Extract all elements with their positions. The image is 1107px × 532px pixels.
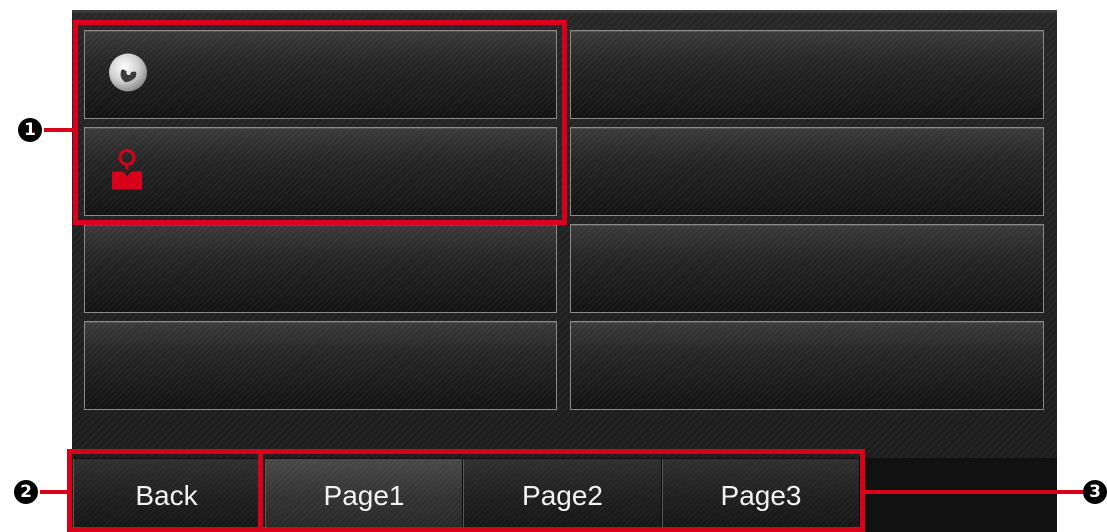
callout-2-leader: [40, 490, 70, 494]
favorite-slot-4[interactable]: [570, 127, 1044, 216]
favorite-slot-6[interactable]: [570, 224, 1044, 313]
callout-1-leader: [44, 128, 76, 132]
callout-1: 1: [18, 118, 42, 142]
callout-3: 3: [1083, 480, 1107, 504]
favorite-slot-5[interactable]: [84, 224, 557, 313]
callout-2: 2: [14, 480, 38, 504]
highlight-box-back: [67, 449, 263, 532]
highlight-box-favorites: [73, 20, 567, 225]
highlight-box-pages: [258, 449, 865, 532]
favorite-slot-7[interactable]: [84, 321, 557, 410]
callout-3-leader: [864, 490, 1087, 494]
favorite-slot-2[interactable]: [570, 30, 1044, 119]
screen-top-edge: [72, 10, 1057, 13]
favorite-slot-8[interactable]: [570, 321, 1044, 410]
